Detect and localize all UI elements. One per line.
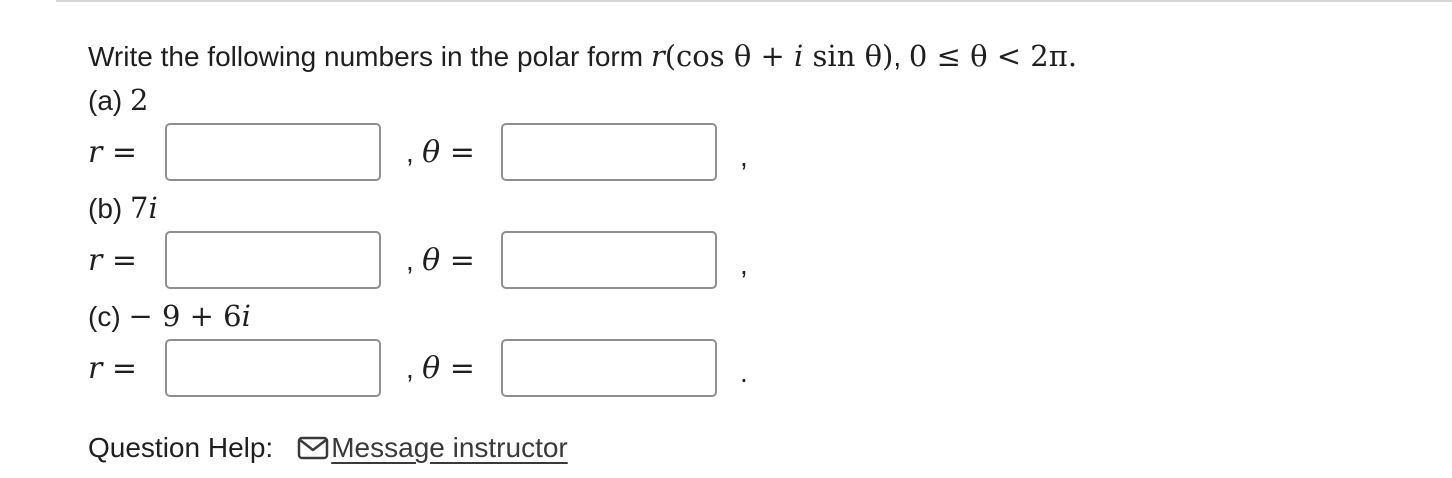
mail-icon	[297, 436, 329, 460]
message-instructor-label: Message instructor	[331, 432, 568, 463]
part-b-r-input[interactable]	[165, 231, 381, 289]
part-a-label: (a) 2	[88, 80, 148, 121]
polar-form-i: i	[794, 39, 804, 73]
range-separator: ,	[893, 41, 909, 72]
part-c-theta-text: θ =	[422, 351, 475, 386]
part-c-number: − 9 + 6	[128, 299, 242, 333]
part-a-number: 2	[130, 83, 149, 117]
part-b-r-label: r =	[88, 243, 138, 278]
question-help-label: Question Help:	[88, 432, 274, 463]
polar-form-tail: sin θ)	[803, 39, 894, 73]
question-prefix: Write the following numbers in the polar…	[88, 41, 651, 72]
part-c-tag: (c)	[88, 301, 129, 332]
part-b-answer-row: r = , θ = ,	[88, 231, 788, 293]
question-prompt: Write the following numbers in the polar…	[88, 36, 1077, 77]
part-a-theta-sep: ,	[406, 137, 414, 168]
part-c-end-punct: .	[740, 357, 748, 388]
part-b-theta-sep: ,	[406, 245, 414, 276]
part-c-answer-row: r = , θ = .	[88, 339, 788, 401]
message-instructor-link[interactable]: Message instructor	[297, 428, 568, 468]
part-b-theta-input[interactable]	[501, 231, 717, 289]
part-a-theta-text: θ =	[422, 135, 475, 170]
part-c-r-input[interactable]	[165, 339, 381, 397]
part-b-label: (b) 7i	[88, 188, 158, 229]
part-b-end-punct: ,	[740, 249, 748, 280]
theta-range: 0 ≤ θ < 2π.	[908, 39, 1078, 73]
part-a-r-label: r =	[88, 135, 138, 170]
part-a-tag: (a)	[88, 85, 130, 116]
part-b-theta-text: θ =	[422, 243, 475, 278]
top-divider	[56, 0, 1452, 2]
part-a-end-punct: ,	[740, 141, 748, 172]
part-c-imaginary: i	[241, 299, 251, 333]
question-help: Question Help: Message instructor	[88, 428, 568, 468]
part-a-answer-row: r = , θ = ,	[88, 123, 788, 185]
part-b-imaginary: i	[148, 191, 158, 225]
part-c-r-label: r =	[88, 351, 138, 386]
part-c-theta-sep: ,	[406, 353, 414, 384]
polar-form-r: r	[650, 39, 665, 73]
part-b-theta-label: , θ =	[406, 241, 475, 281]
polar-form: r(cos θ + i sin θ)	[651, 39, 894, 73]
part-c-theta-input[interactable]	[501, 339, 717, 397]
part-a-theta-label: , θ =	[406, 133, 475, 173]
polar-form-body: (cos θ +	[664, 39, 795, 73]
part-a-r-input[interactable]	[165, 123, 381, 181]
part-c-label: (c) − 9 + 6i	[88, 296, 251, 337]
part-b-number: 7	[130, 191, 149, 225]
part-b-tag: (b)	[88, 193, 130, 224]
part-c-theta-label: , θ =	[406, 349, 475, 389]
part-a-theta-input[interactable]	[501, 123, 717, 181]
